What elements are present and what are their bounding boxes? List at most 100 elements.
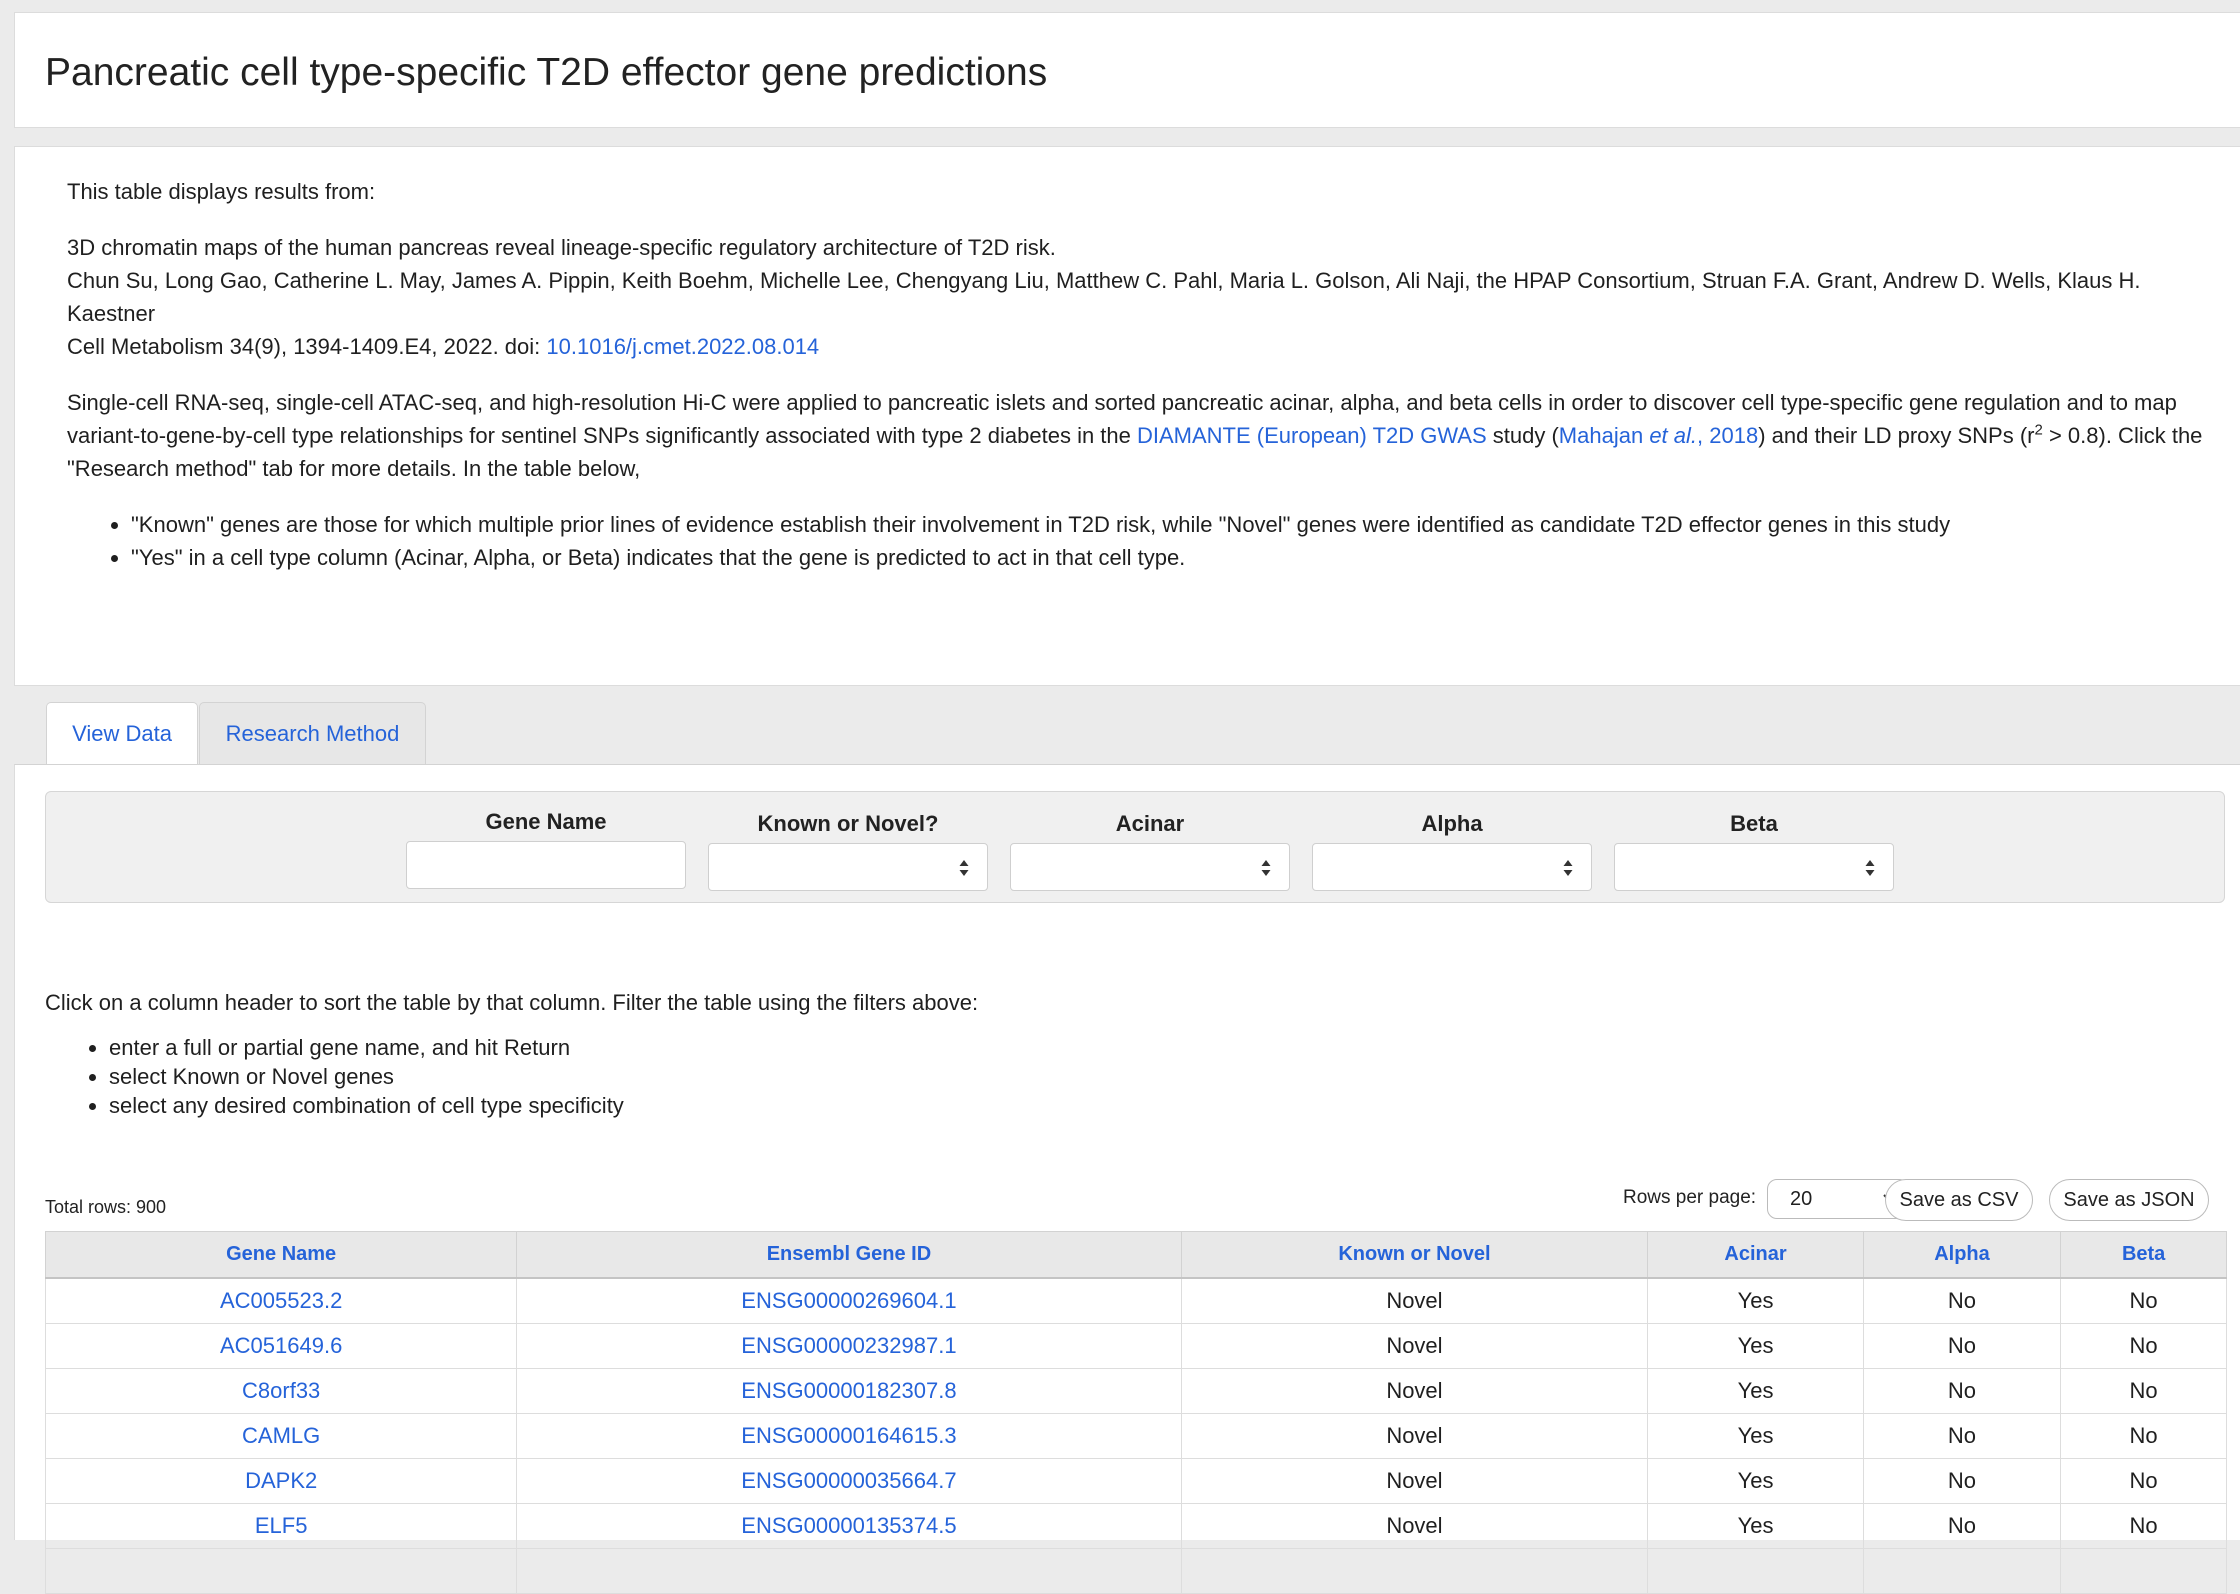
rows-per-page-value: 20 xyxy=(1790,1188,1813,1210)
description: Single-cell RNA-seq, single-cell ATAC-se… xyxy=(67,386,2217,485)
alpha-cell: No xyxy=(1862,1413,2062,1459)
column-header-ensembl-id[interactable]: Ensembl Gene ID xyxy=(516,1231,1182,1279)
known-novel-cell: Novel xyxy=(1180,1458,1649,1504)
alpha-select[interactable] xyxy=(1312,843,1592,891)
reference-link-year: , 2018 xyxy=(1697,423,1759,448)
gwas-link[interactable]: DIAMANTE (European) T2D GWAS xyxy=(1137,423,1487,448)
r-squared-superscript: 2 xyxy=(2034,421,2043,439)
filter-alpha-label: Alpha xyxy=(1421,811,1483,836)
beta-select[interactable] xyxy=(1614,843,1894,891)
intro-bullets: "Known" genes are those for which multip… xyxy=(67,508,2217,574)
page-title: Pancreatic cell type-specific T2D effect… xyxy=(45,51,1048,94)
ensembl-id-link[interactable]: ENSG00000269604.1 xyxy=(516,1277,1182,1324)
column-header-known-novel[interactable]: Known or Novel xyxy=(1180,1231,1649,1279)
beta-cell: No xyxy=(2060,1323,2227,1369)
filter-beta: Beta xyxy=(1614,808,1894,891)
ensembl-id-link[interactable]: ENSG00000232987.1 xyxy=(516,1323,1182,1369)
paper-title: 3D chromatin maps of the human pancreas … xyxy=(67,235,1056,260)
alpha-cell: No xyxy=(1862,1458,2062,1504)
rows-per-page-label: Rows per page: xyxy=(1623,1187,1757,1208)
acinar-cell xyxy=(1647,1548,1864,1594)
sort-updown-icon xyxy=(1563,860,1573,876)
table-instructions: Click on a column header to sort the tab… xyxy=(45,987,978,1120)
column-header-beta[interactable]: Beta xyxy=(2060,1231,2227,1279)
gene-name-link[interactable]: C8orf33 xyxy=(44,1368,518,1414)
filter-gene-name: Gene Name xyxy=(406,806,686,889)
alpha-cell: No xyxy=(1862,1323,2062,1369)
doi-link[interactable]: 10.1016/j.cmet.2022.08.014 xyxy=(546,334,819,359)
intro-lead: This table displays results from: xyxy=(67,179,376,204)
instructions-list: enter a full or partial gene name, and h… xyxy=(45,1033,978,1120)
table-body: AC005523.2 ENSG00000269604.1 Novel Yes N… xyxy=(44,1277,2227,1594)
beta-cell xyxy=(2060,1548,2227,1594)
alpha-cell: No xyxy=(1862,1277,2062,1324)
known-novel-cell xyxy=(1180,1548,1649,1594)
gene-name-link[interactable]: AC005523.2 xyxy=(44,1277,518,1324)
citation: 3D chromatin maps of the human pancreas … xyxy=(67,231,2217,363)
alpha-cell xyxy=(1862,1548,2062,1594)
known-novel-cell: Novel xyxy=(1180,1503,1649,1549)
filter-acinar-label: Acinar xyxy=(1115,811,1185,836)
acinar-cell: Yes xyxy=(1647,1323,1864,1369)
beta-cell: No xyxy=(2060,1413,2227,1459)
tab-view-data[interactable]: View Data xyxy=(46,702,198,765)
intro-bullet-cell-type: "Yes" in a cell type column (Acinar, Alp… xyxy=(131,541,2217,574)
instructions-item: enter a full or partial gene name, and h… xyxy=(109,1033,978,1062)
ensembl-id-link[interactable]: ENSG00000182307.8 xyxy=(516,1368,1182,1414)
filter-acinar: Acinar xyxy=(1010,808,1290,891)
known-novel-cell: Novel xyxy=(1180,1368,1649,1414)
column-header-gene-name[interactable]: Gene Name xyxy=(44,1231,518,1279)
reference-link[interactable]: Mahajan et al., 2018 xyxy=(1559,423,1758,448)
alpha-cell: No xyxy=(1862,1503,2062,1549)
column-header-acinar[interactable]: Acinar xyxy=(1647,1231,1864,1279)
title-panel: Pancreatic cell type-specific T2D effect… xyxy=(14,12,2240,128)
instructions-item: select Known or Novel genes xyxy=(109,1062,978,1091)
table-row: ELF5 ENSG00000135374.5 Novel Yes No No xyxy=(44,1503,2227,1549)
acinar-cell: Yes xyxy=(1647,1277,1864,1324)
gene-name-link[interactable]: ELF5 xyxy=(44,1503,518,1549)
gene-name-link[interactable]: AC051649.6 xyxy=(44,1323,518,1369)
table-row: CAMLG ENSG00000164615.3 Novel Yes No No xyxy=(44,1413,2227,1459)
sort-updown-icon xyxy=(1865,860,1875,876)
intro-bullet-known-novel: "Known" genes are those for which multip… xyxy=(131,508,2217,541)
reference-link-etal: et al. xyxy=(1649,423,1698,448)
beta-cell: No xyxy=(2060,1458,2227,1504)
filter-alpha: Alpha xyxy=(1312,808,1592,891)
gene-name-link[interactable]: DAPK2 xyxy=(44,1458,518,1504)
gene-name-link[interactable] xyxy=(44,1548,518,1594)
filter-known-novel: Known or Novel? xyxy=(708,808,988,891)
known-novel-select[interactable] xyxy=(708,843,988,891)
known-novel-cell: Novel xyxy=(1180,1277,1649,1324)
total-rows: Total rows: 900 xyxy=(45,1197,167,1217)
paper-authors: Chun Su, Long Gao, Catherine L. May, Jam… xyxy=(67,268,2141,326)
filter-known-novel-label: Known or Novel? xyxy=(757,811,939,836)
table-row: AC051649.6 ENSG00000232987.1 Novel Yes N… xyxy=(44,1323,2227,1369)
gene-name-link[interactable]: CAMLG xyxy=(44,1413,518,1459)
table-header-row: Gene Name Ensembl Gene ID Known or Novel… xyxy=(44,1231,2227,1279)
info-panel: This table displays results from: 3D chr… xyxy=(14,146,2240,686)
gene-name-input[interactable] xyxy=(406,841,686,889)
description-text-3: ) and their LD proxy SNPs (r xyxy=(1758,423,2035,448)
beta-cell: No xyxy=(2060,1277,2227,1324)
ensembl-id-link[interactable]: ENSG00000035664.7 xyxy=(516,1458,1182,1504)
table-row: C8orf33 ENSG00000182307.8 Novel Yes No N… xyxy=(44,1368,2227,1414)
instructions-item: select any desired combination of cell t… xyxy=(109,1091,978,1120)
known-novel-cell: Novel xyxy=(1180,1323,1649,1369)
table-row xyxy=(44,1548,2227,1594)
ensembl-id-link[interactable]: ENSG00000135374.5 xyxy=(516,1503,1182,1549)
instructions-lead: Click on a column header to sort the tab… xyxy=(45,990,979,1015)
alpha-cell: No xyxy=(1862,1368,2062,1414)
filter-gene-name-label: Gene Name xyxy=(485,809,607,834)
ensembl-id-link[interactable] xyxy=(516,1548,1182,1594)
description-text-2: study ( xyxy=(1486,423,1559,448)
acinar-cell: Yes xyxy=(1647,1458,1864,1504)
save-csv-button[interactable]: Save as CSV xyxy=(1885,1179,2033,1221)
save-json-button[interactable]: Save as JSON xyxy=(2049,1179,2209,1221)
tab-research-method[interactable]: Research Method xyxy=(199,702,426,764)
acinar-cell: Yes xyxy=(1647,1413,1864,1459)
table-row: AC005523.2 ENSG00000269604.1 Novel Yes N… xyxy=(44,1277,2227,1324)
ensembl-id-link[interactable]: ENSG00000164615.3 xyxy=(516,1413,1182,1459)
beta-cell: No xyxy=(2060,1503,2227,1549)
acinar-select[interactable] xyxy=(1010,843,1290,891)
column-header-alpha[interactable]: Alpha xyxy=(1862,1231,2062,1279)
